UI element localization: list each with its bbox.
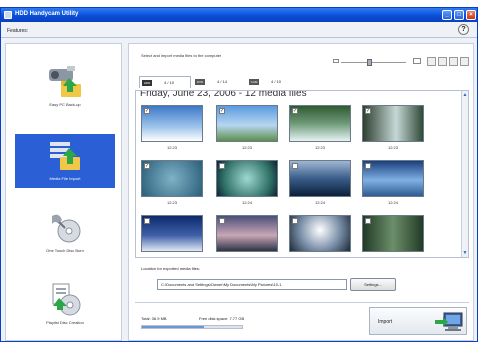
status-area: Total: 36.9 MB Free disk space: 7.77 GB … xyxy=(135,302,469,338)
select-checkbox[interactable] xyxy=(365,163,371,169)
media-thumbnail[interactable]: ✓ xyxy=(216,105,278,142)
timestamp: 12:23 xyxy=(314,145,325,150)
maximize-button[interactable]: □ xyxy=(454,10,464,20)
media-thumbnail[interactable] xyxy=(289,160,351,197)
free-space-text: Free disk space: 7.77 GB xyxy=(199,316,245,321)
location-path-field[interactable]: C:\Documents and Settings\Owner\My Docum… xyxy=(157,279,347,290)
media-thumbnail[interactable] xyxy=(216,215,278,252)
select-checkbox[interactable]: ✓ xyxy=(219,108,225,114)
timestamp: 12:23 xyxy=(166,200,177,205)
select-checkbox[interactable] xyxy=(219,218,225,224)
media-thumbnail[interactable] xyxy=(141,215,203,252)
media-thumbnail[interactable] xyxy=(362,160,424,197)
import-button[interactable]: Import xyxy=(369,307,467,335)
thumbnail-large-icon xyxy=(413,58,421,64)
minimize-button[interactable]: _ xyxy=(442,10,452,20)
tab-count: 4 / 14 xyxy=(217,79,228,84)
sidebar-item-one-touch-disc-burn[interactable]: One Touch Disc Burn xyxy=(15,206,115,260)
help-button[interactable]: ? xyxy=(458,24,469,35)
features-bar: Features: ? xyxy=(1,22,477,38)
sidebar-item-easy-pc-backup[interactable]: Easy PC Back-up xyxy=(15,60,115,114)
instruction-text: Select and import media files to the com… xyxy=(141,53,222,58)
media-thumbnail[interactable] xyxy=(289,215,351,252)
sidebar-item-label: One Touch Disc Burn xyxy=(46,248,84,253)
vertical-scrollbar[interactable]: ▲ ▼ xyxy=(461,91,468,257)
timestamp: 12:24 xyxy=(314,200,325,205)
disk-usage-bar xyxy=(141,325,243,329)
import-label: Import xyxy=(378,319,393,325)
scroll-up-icon[interactable]: ▲ xyxy=(462,92,468,98)
camera-icon: CAM xyxy=(249,79,259,85)
media-thumbnail[interactable]: ✓ xyxy=(141,160,203,197)
sidebar-item-label: Media File Import xyxy=(49,176,81,181)
timestamp: 12:24 xyxy=(387,200,398,205)
tab-dvd[interactable]: DVD 4 / 14 xyxy=(193,76,245,88)
media-import-icon xyxy=(50,142,80,170)
timestamp: 12:24 xyxy=(241,200,252,205)
hdd-icon: HDD xyxy=(142,80,152,86)
media-thumbnail[interactable] xyxy=(216,160,278,197)
select-checkbox[interactable] xyxy=(144,218,150,224)
media-thumbnail[interactable]: ✓ xyxy=(289,105,351,142)
main-panel: Select and import media files to the com… xyxy=(128,43,474,341)
grid-view-icon[interactable] xyxy=(427,57,436,66)
title-bar[interactable]: HDD Handycam Utility _ □ × xyxy=(1,8,477,22)
settings-button[interactable]: Settings... xyxy=(350,278,396,291)
thumbnail-small-icon xyxy=(333,59,339,63)
media-thumbnail[interactable] xyxy=(362,215,424,252)
camera-to-folder-icon xyxy=(49,66,81,97)
select-checkbox[interactable]: ✓ xyxy=(144,163,150,169)
tab-count: 4 / 10 xyxy=(271,79,282,84)
features-label: Features: xyxy=(7,28,29,34)
scroll-down-icon[interactable]: ▼ xyxy=(462,250,468,256)
close-button[interactable]: × xyxy=(466,10,476,20)
sidebar-item-media-file-import[interactable]: Media File Import xyxy=(15,134,115,188)
slider-handle[interactable] xyxy=(367,59,372,66)
feature-sidebar: Easy PC Back-up Media File Import One To… xyxy=(5,43,122,341)
thumbnail-size-slider[interactable] xyxy=(341,62,406,63)
tab-hdd[interactable]: HDD 4 / 10 xyxy=(139,76,191,88)
timestamp: 12:23 xyxy=(166,145,177,150)
import-to-computer-icon xyxy=(435,312,463,331)
select-checkbox[interactable] xyxy=(292,218,298,224)
select-checkbox[interactable] xyxy=(292,163,298,169)
select-checkbox[interactable]: ✓ xyxy=(144,108,150,114)
date-heading: Friday, June 23, 2006 - 12 media files xyxy=(140,90,307,99)
location-label: Location for exported media files: xyxy=(141,266,200,271)
list-view-icon[interactable] xyxy=(438,57,447,66)
select-checkbox[interactable] xyxy=(365,218,371,224)
disc-burn-icon xyxy=(52,214,81,243)
sidebar-item-playlist-disc-creation[interactable]: Playlist Disc Creation xyxy=(15,278,115,332)
sidebar-item-label: Playlist Disc Creation xyxy=(46,320,84,325)
timestamp: 12:23 xyxy=(241,145,252,150)
preview-view-icon[interactable] xyxy=(460,57,469,66)
media-thumbnail[interactable]: ✓ xyxy=(362,105,424,142)
select-checkbox[interactable] xyxy=(219,163,225,169)
timestamp: 12:23 xyxy=(387,145,398,150)
media-thumbnail[interactable]: ✓ xyxy=(141,105,203,142)
app-icon xyxy=(4,11,12,19)
detail-view-icon[interactable] xyxy=(449,57,458,66)
dvd-icon: DVD xyxy=(195,79,205,85)
select-checkbox[interactable]: ✓ xyxy=(365,108,371,114)
sidebar-item-label: Easy PC Back-up xyxy=(49,102,81,107)
playlist-disc-icon xyxy=(52,283,81,316)
tab-count: 4 / 10 xyxy=(164,80,175,85)
total-size-text: Total: 36.9 MB xyxy=(141,316,167,321)
window-title: HDD Handycam Utility xyxy=(15,11,79,17)
tab-camera[interactable]: CAM 4 / 10 xyxy=(247,76,299,88)
media-thumbnail-area: Friday, June 23, 2006 - 12 media files ✓… xyxy=(135,90,469,258)
disk-usage-fill xyxy=(142,326,204,328)
select-checkbox[interactable]: ✓ xyxy=(292,108,298,114)
